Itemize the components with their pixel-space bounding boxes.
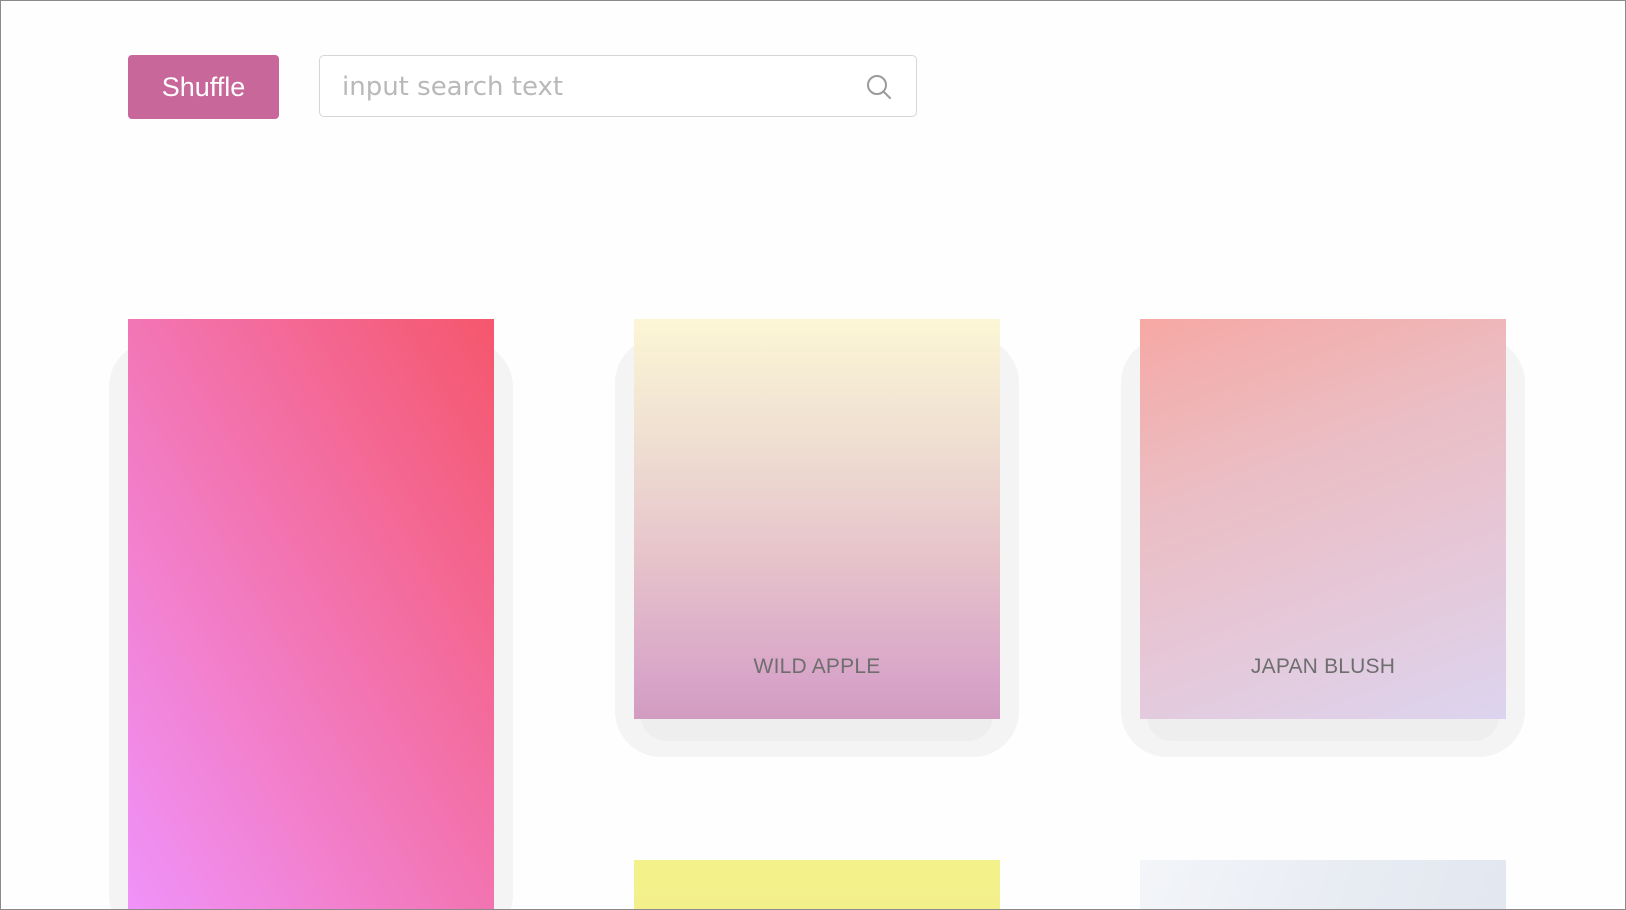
app-frame: Shuffle WILD APPLE JAPAN BLUSH bbox=[0, 0, 1626, 910]
card-label: JAPAN BLUSH bbox=[1250, 655, 1396, 678]
shuffle-button[interactable]: Shuffle bbox=[128, 55, 279, 119]
gradient-card[interactable] bbox=[128, 319, 494, 909]
gradient-card-japan-blush[interactable]: JAPAN BLUSH bbox=[1140, 319, 1506, 719]
search-icon[interactable] bbox=[864, 72, 894, 102]
search-input[interactable] bbox=[340, 64, 844, 110]
gradient-card-wild-apple[interactable]: WILD APPLE bbox=[634, 319, 1000, 719]
card-label: WILD APPLE bbox=[753, 655, 881, 678]
gradient-card[interactable] bbox=[1140, 860, 1506, 909]
gradient-card[interactable] bbox=[634, 860, 1000, 909]
search-box[interactable] bbox=[319, 55, 917, 117]
